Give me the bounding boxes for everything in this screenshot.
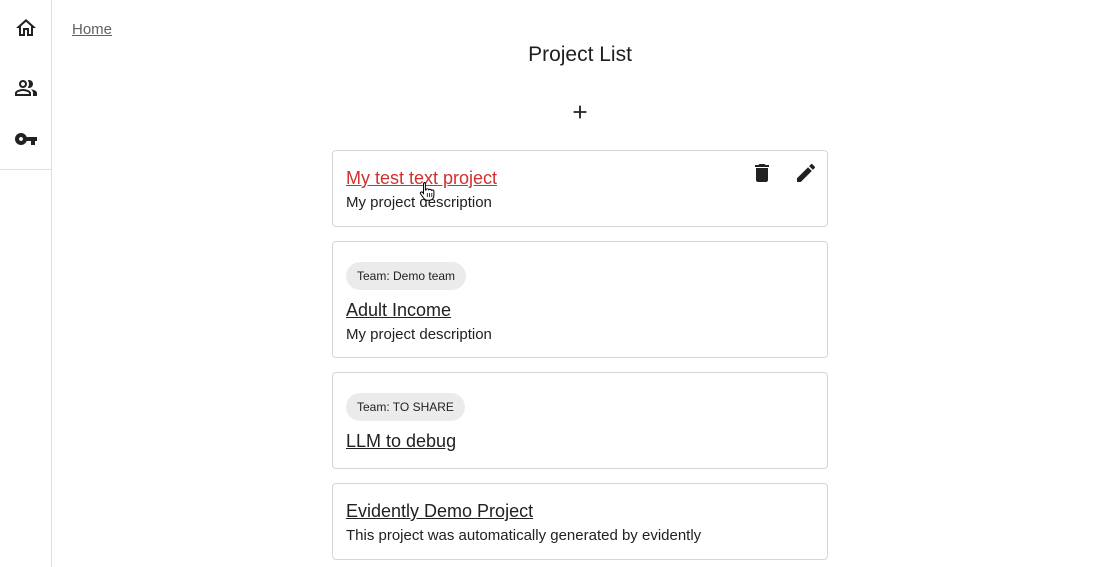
team-chip: Team: TO SHARE xyxy=(346,393,465,421)
project-title-link[interactable]: LLM to debug xyxy=(346,431,456,452)
sidebar-item-tokens[interactable] xyxy=(0,114,51,164)
project-title-link[interactable]: Adult Income xyxy=(346,300,451,321)
people-icon xyxy=(14,80,37,96)
add-project-button[interactable] xyxy=(565,97,595,127)
project-card: My test text project My project descript… xyxy=(332,150,828,227)
sidebar-item-home[interactable] xyxy=(0,3,51,53)
page-title: Project List xyxy=(528,43,632,66)
sidebar xyxy=(0,0,52,567)
key-icon xyxy=(14,133,37,145)
sidebar-divider xyxy=(0,169,51,170)
delete-project-button[interactable] xyxy=(750,161,774,185)
plus-icon xyxy=(573,105,587,119)
project-card: Team: Demo team Adult Income My project … xyxy=(332,241,828,358)
trash-icon xyxy=(755,164,769,182)
project-description: This project was automatically generated… xyxy=(346,527,702,544)
team-chip: Team: Demo team xyxy=(346,262,467,290)
hand-pointer-cursor-icon xyxy=(419,182,435,201)
home-icon xyxy=(15,19,36,36)
project-card: Team: TO SHARE LLM to debug xyxy=(332,372,828,469)
edit-project-button[interactable] xyxy=(794,161,818,185)
project-card: Evidently Demo Project This project was … xyxy=(332,483,828,560)
pencil-icon xyxy=(797,163,816,182)
project-title-link[interactable]: Evidently Demo Project xyxy=(346,501,533,522)
project-description: My project description xyxy=(346,326,492,343)
sidebar-item-teams[interactable] xyxy=(0,63,51,113)
breadcrumb-home[interactable]: Home xyxy=(72,21,112,38)
